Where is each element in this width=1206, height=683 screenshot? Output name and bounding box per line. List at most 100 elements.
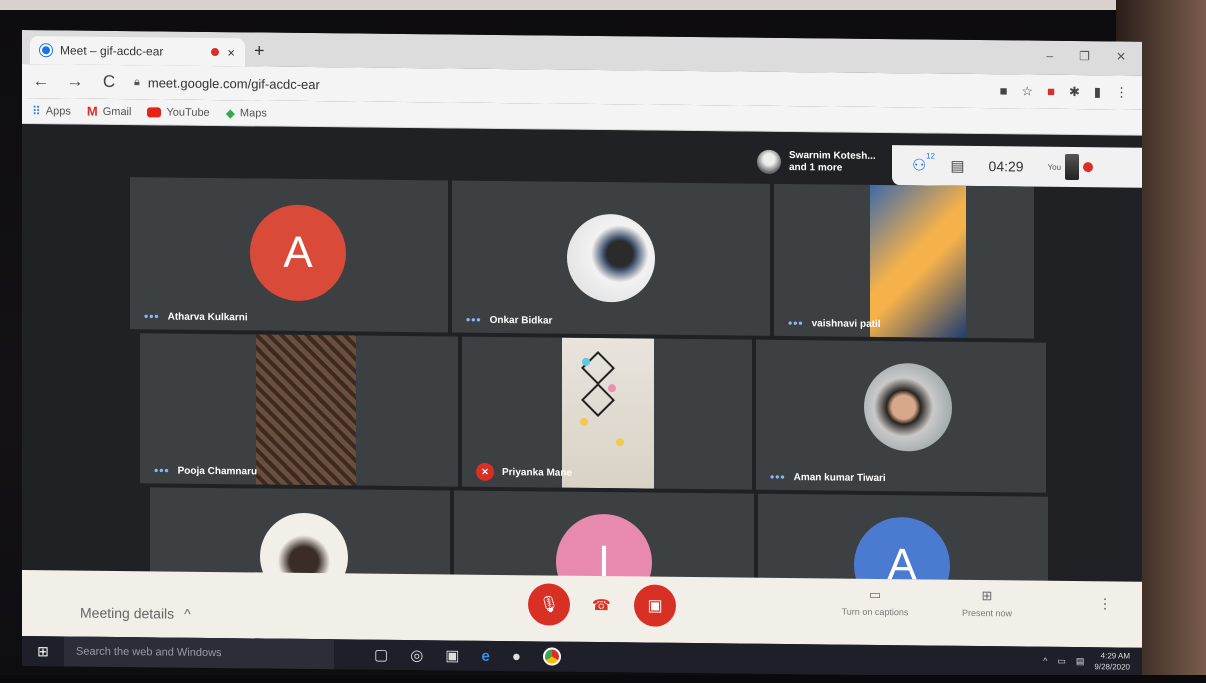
gmail-icon: M <box>86 103 98 119</box>
close-window-button[interactable]: ✕ <box>1116 49 1126 63</box>
more-options-icon[interactable]: ••• <box>466 313 482 327</box>
extension-icon[interactable]: ■ <box>1047 84 1055 100</box>
camera-indicator-icon[interactable]: ■ <box>1000 83 1008 99</box>
windows-start-icon[interactable]: ⊞ <box>22 636 64 666</box>
craft-dot <box>580 417 588 426</box>
tray-clock[interactable]: 4:29 AM 9/28/2020 <box>1094 650 1130 672</box>
forward-arrow-icon[interactable]: → <box>66 71 84 91</box>
new-tab-button[interactable]: + <box>254 40 265 61</box>
task-view-icon[interactable]: ▢ <box>374 646 388 664</box>
taskbar-apps: ▢ ◎ ▣ e ● <box>374 646 561 666</box>
bookmark-maps[interactable]: ◆ Maps <box>226 106 267 120</box>
presence-more: and 1 more <box>789 162 843 174</box>
youtube-icon <box>147 106 162 117</box>
meet-control-bar: Meeting details ^ 🎙︎ ☎︎ ▣ ▭ Turn on capt… <box>22 570 1142 648</box>
participant-tile[interactable]: ••• Aman kumar Tiwari <box>756 339 1046 493</box>
bezel-bottom <box>0 675 1206 683</box>
more-options-icon[interactable]: ••• <box>770 470 786 484</box>
hang-up-button[interactable]: ☎︎ <box>592 596 611 614</box>
minimize-button[interactable]: – <box>1046 49 1053 63</box>
people-count: 12 <box>926 151 935 161</box>
self-view[interactable]: You <box>1047 153 1094 181</box>
participant-name: Aman kumar Tiwari <box>793 471 886 484</box>
craft-dot <box>582 357 590 366</box>
participant-tile[interactable]: ••• Onkar Bidkar <box>452 180 770 336</box>
you-label: You <box>1047 162 1062 172</box>
chrome-icon[interactable] <box>542 647 561 666</box>
bookmark-star-icon[interactable]: ☆ <box>1021 83 1033 99</box>
url-text: meet.google.com/gif-acdc-ear <box>147 74 320 92</box>
tray-time: 4:29 AM <box>1100 651 1130 661</box>
reload-icon[interactable]: C <box>100 72 118 92</box>
toolbar-icons: ■ ☆ ■ ✱ ▮ ⋮ <box>1000 83 1128 100</box>
more-options-icon[interactable]: ⋮ <box>1098 595 1112 612</box>
presence-name: Swarnim Kotesh... <box>789 150 876 162</box>
participant-name: Atharva Kulkarni <box>167 311 248 323</box>
avatar: A <box>250 204 346 302</box>
participant-name: Onkar Bidkar <box>489 314 553 327</box>
captions-icon: ▭ <box>868 586 882 602</box>
bookmark-gmail[interactable]: M Gmail <box>87 104 132 119</box>
participant-tile[interactable]: ••• vaishnavi patil <box>774 183 1034 339</box>
puzzle-extensions-icon[interactable]: ✱ <box>1069 84 1080 100</box>
meet-favicon-icon <box>40 44 52 57</box>
lock-icon: 🔒︎ <box>134 75 140 88</box>
url-field[interactable]: 🔒︎ meet.google.com/gif-acdc-ear <box>134 75 320 92</box>
battery-icon[interactable]: ▭ <box>1057 655 1066 666</box>
mic-toggle-button[interactable]: 🎙︎ <box>528 583 570 626</box>
notification-icon[interactable]: ▤ <box>1076 656 1085 667</box>
avatar <box>864 362 952 452</box>
profile-icon[interactable]: ▮ <box>1094 84 1101 100</box>
chevron-up-icon: ^ <box>184 605 191 622</box>
store-icon[interactable]: ▣ <box>445 646 459 664</box>
bookmark-apps[interactable]: ⠿ Apps <box>32 104 71 118</box>
camera-toggle-button[interactable]: ▣ <box>634 584 676 627</box>
apps-grid-icon: ⠿ <box>32 103 41 118</box>
tab-close-button[interactable]: × <box>227 45 235 60</box>
participant-name: Pooja Chamnaru <box>177 465 258 477</box>
meeting-clock: 04:29 <box>988 158 1024 175</box>
avatar <box>757 149 781 174</box>
system-tray: ^ ▭ ▤ 4:29 AM 9/28/2020 <box>1043 650 1130 673</box>
tray-chevron-icon[interactable]: ^ <box>1043 656 1047 666</box>
meet-top-bar: ⚇ 12 ▤ 04:29 You <box>892 145 1142 188</box>
captions-button[interactable]: ▭ Turn on captions <box>830 586 920 617</box>
craft-dot <box>616 438 624 447</box>
self-thumbnail <box>1065 153 1080 181</box>
participant-name: Priyanka Mane <box>502 466 573 479</box>
craft-frame <box>581 351 615 386</box>
present-now-button[interactable]: ⊞ Present now <box>942 588 1032 619</box>
more-options-icon[interactable]: ••• <box>154 463 170 477</box>
back-arrow-icon[interactable]: ← <box>32 71 50 91</box>
chat-icon[interactable]: ▤ <box>950 157 964 175</box>
presence-chip[interactable]: Swarnim Kotesh... and 1 more <box>757 149 876 175</box>
recording-dot-icon <box>211 47 220 57</box>
participant-name: vaishnavi patil <box>811 317 881 330</box>
participant-tile[interactable]: A ••• Atharva Kulkarni <box>130 177 448 333</box>
video-feed <box>256 334 356 486</box>
participant-tile[interactable]: ✕ Priyanka Mane <box>462 336 752 490</box>
meet-grid: Swarnim Kotesh... and 1 more ⚇ 12 ▤ 04:29… <box>22 124 1142 678</box>
meeting-details-button[interactable]: Meeting details ^ <box>80 605 191 622</box>
taskbar-search-input[interactable]: Search the web and Windows <box>64 636 334 670</box>
tray-date: 9/28/2020 <box>1094 662 1130 672</box>
cortana-icon[interactable]: ◎ <box>410 646 423 664</box>
edge-icon[interactable]: e <box>481 647 489 664</box>
avatar <box>567 213 655 303</box>
craft-dot <box>608 384 616 393</box>
participant-tile[interactable]: ••• Pooja Chamnaru <box>140 333 458 487</box>
menu-dots-icon[interactable]: ⋮ <box>1115 84 1128 100</box>
mic-off-icon <box>1083 162 1094 173</box>
present-label: Present now <box>961 607 1013 619</box>
more-options-icon[interactable]: ••• <box>144 309 160 323</box>
restore-button[interactable]: ❐ <box>1079 49 1090 63</box>
mic-off-icon: 🎙︎ <box>538 596 560 614</box>
wall-strip <box>0 0 1206 10</box>
media-icon[interactable]: ● <box>512 648 521 665</box>
bookmark-youtube[interactable]: YouTube <box>147 106 210 118</box>
more-options-icon[interactable]: ••• <box>788 316 804 330</box>
browser-tab[interactable]: Meet – gif-acdc-ear × <box>30 36 245 67</box>
window-controls: – ❐ ✕ <box>1046 49 1126 64</box>
maps-icon: ◆ <box>225 105 235 120</box>
people-icon[interactable]: ⚇ 12 <box>912 151 935 175</box>
